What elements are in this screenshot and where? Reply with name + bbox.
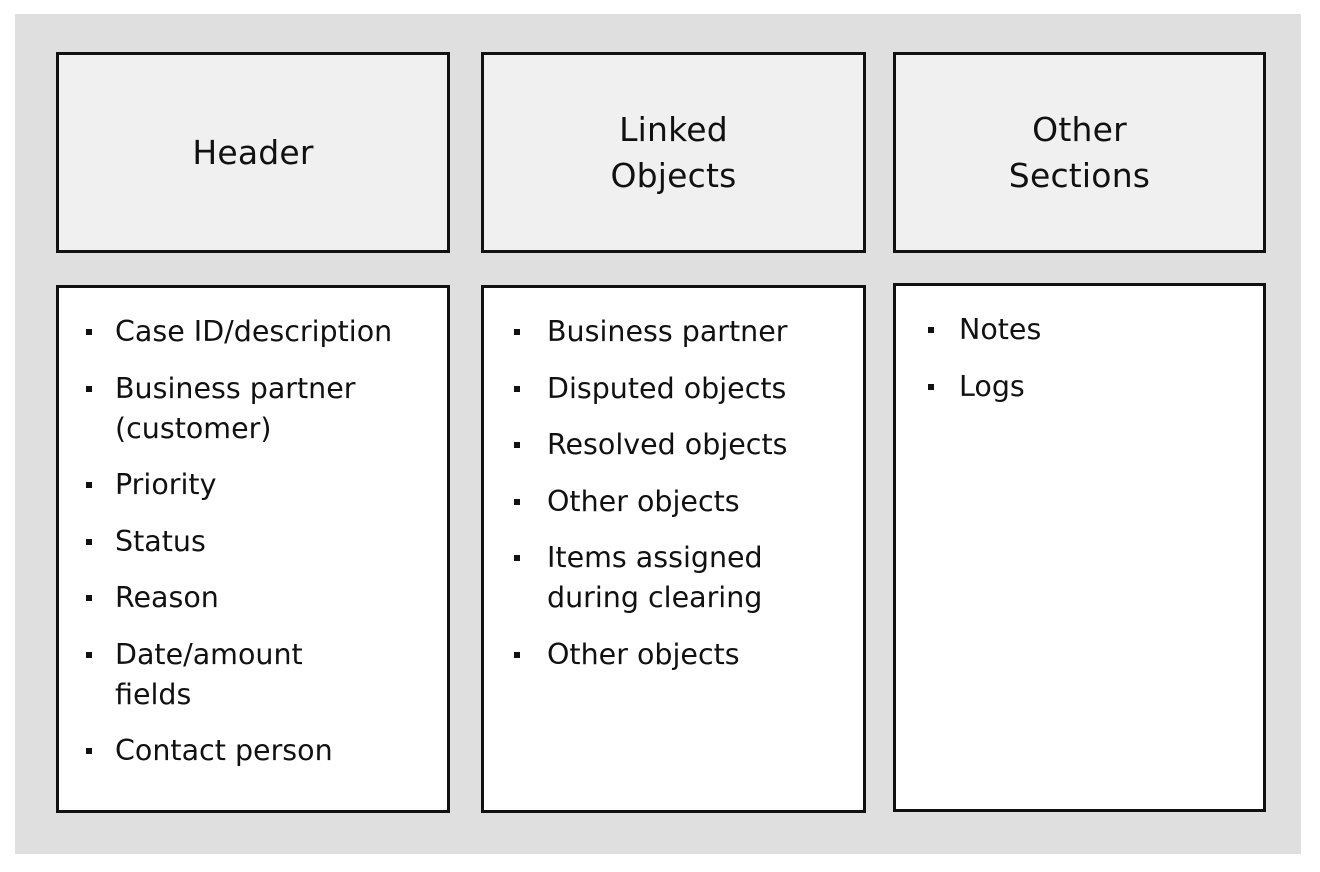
item-text: Case ID/description (115, 315, 393, 348)
square-bullet-icon (928, 327, 934, 333)
list-item: Priority (59, 465, 447, 505)
square-bullet-icon (86, 385, 92, 392)
list-item: Notes (896, 310, 1263, 350)
item-text: Notes (959, 313, 1042, 346)
square-bullet-icon (514, 651, 520, 658)
list-item: Business partner (484, 312, 863, 352)
header-column-title-box: Header (56, 52, 450, 253)
other-sections-column-title-box: Other Sections (893, 52, 1266, 253)
linked-objects-items-list: Business partner Disputed objects Resolv… (484, 312, 863, 691)
list-item: Date/amount fields (59, 635, 447, 715)
square-bullet-icon (86, 748, 92, 754)
square-bullet-icon (928, 383, 934, 390)
header-items-list: Case ID/description Business partner (cus… (59, 312, 447, 788)
item-text: Contact person (115, 734, 333, 767)
item-text-continued: (customer) (115, 411, 272, 445)
column-title-line: Objects (610, 155, 737, 195)
header-column-items-box: Case ID/description Business partner (cus… (56, 285, 450, 813)
item-text: Status (115, 524, 206, 558)
square-bullet-icon (514, 498, 520, 505)
list-item: Other objects (484, 635, 863, 675)
list-item: Disputed objects (484, 369, 863, 409)
item-text-continued: fields (115, 677, 192, 711)
item-text: Business partner (547, 315, 788, 348)
list-item: Reason (59, 578, 447, 618)
column-title-line: Header (192, 132, 314, 172)
item-text: Reason (115, 581, 219, 614)
list-item: Resolved objects (484, 425, 863, 465)
column-title-line: Other (1032, 109, 1127, 149)
list-item: Other objects (484, 482, 863, 522)
item-text: Disputed objects (547, 371, 787, 405)
list-item: Case ID/description (59, 312, 447, 352)
item-text: Priority (115, 468, 217, 501)
column-title-line: Sections (1008, 155, 1151, 195)
column-title-line: Linked (619, 109, 728, 149)
list-item: Contact person (59, 731, 447, 771)
linked-objects-column-title-box: Linked Objects (481, 52, 866, 253)
item-text: Other objects (547, 484, 740, 518)
item-text: Date/amount (115, 637, 303, 671)
other-sections-items-list: Notes Logs (896, 310, 1263, 423)
item-text: Resolved objects (547, 428, 788, 461)
square-bullet-icon (86, 595, 92, 601)
item-text: Other objects (547, 637, 740, 671)
other-sections-column-items-box: Notes Logs (893, 283, 1266, 812)
item-text: Business partner (115, 371, 356, 405)
linked-objects-column-items-box: Business partner Disputed objects Resolv… (481, 285, 866, 813)
list-item: Items assigned during clearing (484, 538, 863, 618)
square-bullet-icon (86, 329, 92, 335)
item-text-continued: during clearing (547, 581, 763, 614)
item-text: Items assigned (547, 541, 763, 574)
square-bullet-icon (86, 651, 92, 658)
square-bullet-icon (86, 538, 92, 545)
list-item: Status (59, 522, 447, 562)
square-bullet-icon (514, 442, 520, 448)
square-bullet-icon (514, 555, 520, 561)
list-item: Logs (896, 367, 1263, 407)
list-item: Business partner (customer) (59, 369, 447, 449)
item-text: Logs (959, 369, 1025, 403)
square-bullet-icon (514, 385, 520, 392)
square-bullet-icon (86, 482, 92, 488)
square-bullet-icon (514, 329, 520, 335)
